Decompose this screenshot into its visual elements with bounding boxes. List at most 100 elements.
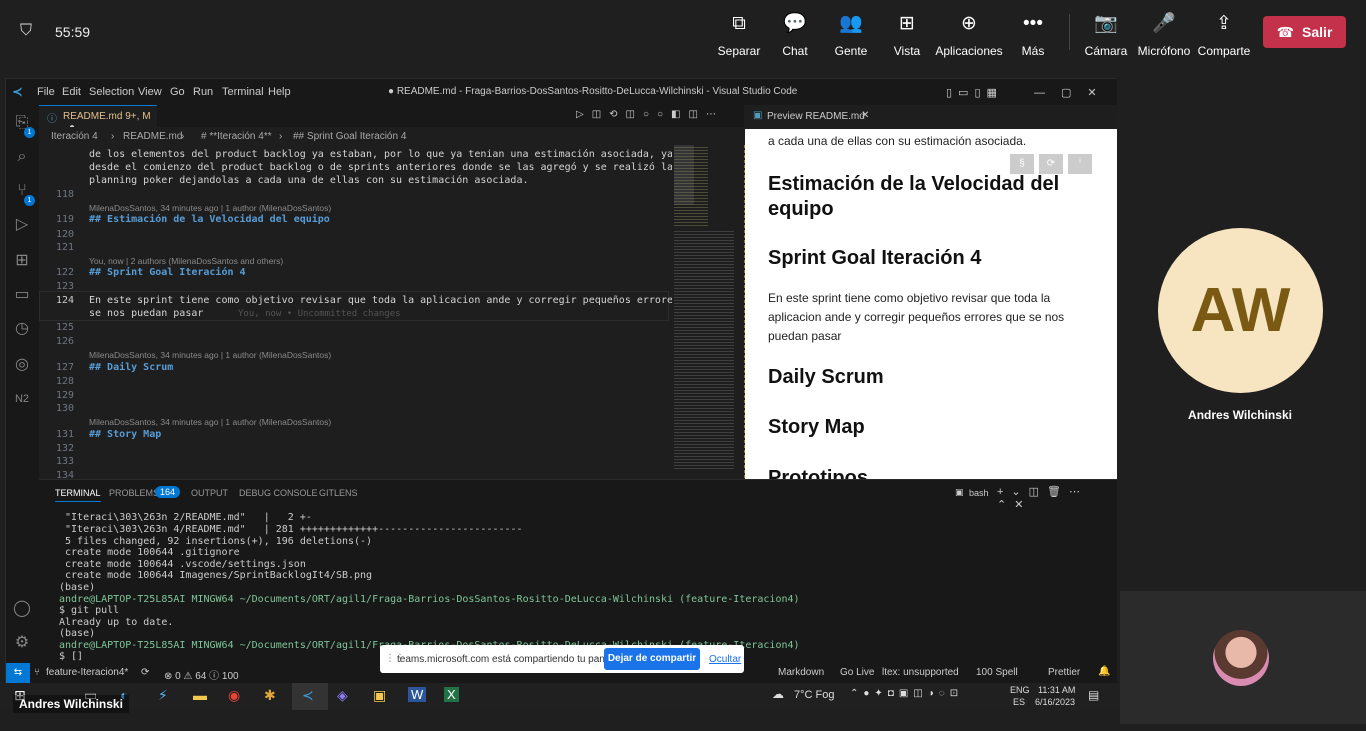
code-line[interactable]: planning poker dejandolas a cada una de … (89, 175, 529, 186)
terminal-input[interactable]: $ [] (59, 651, 83, 662)
status-ltex[interactable]: ltex: unsupported (882, 667, 959, 678)
branch-status[interactable]: feature-Iteracion4* (46, 667, 128, 678)
remote-icon[interactable]: ⇆ (6, 663, 30, 683)
menu-run[interactable]: Run (193, 86, 213, 98)
menu-help[interactable]: Help (268, 86, 291, 98)
status-language[interactable]: Markdown (778, 667, 824, 678)
plus-icon: ⊕ (961, 13, 977, 34)
view-button[interactable]: ⊞ Vista (872, 12, 942, 58)
preview-text: a cada una de ellas con su estimación as… (768, 134, 1027, 148)
language-indicator-2[interactable]: ES (1013, 697, 1025, 707)
settings-gear-icon[interactable]: ⚙ (12, 633, 32, 653)
timeline-icon[interactable]: ◷ (12, 319, 32, 339)
share-button[interactable]: ⇪ Comparte (1189, 12, 1259, 58)
line-number: 125 (55, 322, 74, 333)
code-heading[interactable]: ## Story Map (89, 429, 161, 440)
stop-sharing-button[interactable]: Dejar de compartir (604, 648, 700, 670)
language-indicator[interactable]: ENG (1010, 685, 1030, 695)
leave-button[interactable]: ☎ Salir (1263, 16, 1346, 48)
extensions-icon[interactable]: ⊞ (12, 251, 32, 271)
breadcrumb-sep: › (181, 131, 185, 142)
info-icon: ⓘ (47, 114, 57, 125)
sticky-notes-icon[interactable]: ▣ (373, 687, 386, 704)
status-spell[interactable]: 100 Spell (976, 667, 1018, 678)
breadcrumb-item[interactable]: README.md (123, 131, 182, 142)
codelens-blame[interactable]: MilenaDosSantos, 34 minutes ago | 1 auth… (89, 203, 331, 213)
word-icon[interactable]: W (408, 687, 427, 702)
status-prettier[interactable]: Prettier (1048, 667, 1080, 678)
tab-terminal[interactable]: TERMINAL (55, 488, 101, 502)
code-heading[interactable]: ## Sprint Goal Iteración 4 (89, 267, 246, 278)
weather-text[interactable]: 7°C Fog (794, 689, 834, 701)
minimap-slider[interactable] (674, 145, 694, 205)
codelens-blame[interactable]: MilenaDosSantos, 34 minutes ago | 1 auth… (89, 350, 331, 360)
minimap[interactable] (672, 145, 744, 479)
menu-terminal[interactable]: Terminal (222, 86, 264, 98)
preview-heading: Estimación de la Velocidad del equipo (768, 173, 1060, 220)
menu-edit[interactable]: Edit (62, 86, 81, 98)
code-line[interactable]: desde el comienzo del product backlog o … (89, 162, 673, 173)
status-golive[interactable]: Go Live (840, 667, 874, 678)
problems-status[interactable]: ⊗ 0 ⚠ 64 ⓘ 100 (164, 667, 239, 682)
menu-selection[interactable]: Selection (89, 86, 134, 98)
bell-icon[interactable]: 🔔 (1098, 666, 1110, 677)
terminal-actions[interactable]: +⌄◫🗑⋯⌃✕ (997, 485, 1117, 511)
breadcrumb-item[interactable]: ## Sprint Goal Iteración 4 (293, 131, 406, 142)
breadcrumb-item[interactable]: Iteración 4 (51, 131, 98, 142)
menu-view[interactable]: View (138, 86, 162, 98)
shell-selector[interactable]: bash (969, 488, 989, 498)
run-debug-icon[interactable]: ▷ (12, 215, 32, 235)
file-explorer-icon[interactable]: ▬ (193, 687, 207, 703)
power-automate-icon[interactable]: ⚡ (158, 687, 168, 704)
tab-debug-console[interactable]: DEBUG CONSOLE (239, 488, 318, 498)
remote-explorer-icon[interactable]: ▭ (12, 285, 32, 305)
gitlens-icon[interactable]: ◎ (12, 355, 32, 375)
breadcrumb-item[interactable]: # **Iteración 4** (201, 131, 272, 142)
tab-output[interactable]: OUTPUT (191, 488, 228, 498)
avatar[interactable]: AW (1158, 228, 1323, 393)
hide-link[interactable]: Ocultar (709, 654, 741, 665)
notifications-icon[interactable]: ▤ (1088, 688, 1099, 702)
clock-time[interactable]: 11:31 AM (1038, 685, 1075, 695)
code-line[interactable]: se nos puedan pasar (89, 308, 203, 319)
excel-icon[interactable]: X (444, 687, 459, 702)
n2-icon[interactable]: N2 (12, 389, 32, 409)
code-line[interactable]: de los elementos del product backlog ya … (89, 149, 697, 160)
editor-actions[interactable]: ▷◫⟲◫○○◧◫⋯ (576, 109, 724, 120)
account-icon[interactable]: ◯ (12, 599, 32, 619)
info-icon[interactable]: ⁱ (1068, 154, 1092, 174)
codelens-blame[interactable]: MilenaDosSantos, 34 minutes ago | 1 auth… (89, 417, 331, 427)
self-video-tile[interactable] (1120, 591, 1366, 724)
slack-icon[interactable]: ✱ (264, 687, 276, 704)
preview-heading: Story Map (768, 416, 865, 438)
chrome-icon[interactable]: ◉ (228, 687, 240, 704)
breadcrumb-sep: › (279, 131, 283, 142)
codelens-blame[interactable]: You, now | 2 authors (MilenaDosSantos an… (89, 256, 283, 266)
clock-date[interactable]: 6/16/2023 (1035, 697, 1075, 707)
tab-gitlens[interactable]: GITLENS (319, 488, 358, 498)
close-icon[interactable]: ✕ (861, 110, 869, 121)
tab-problems[interactable]: PROBLEMS (109, 488, 159, 498)
menu-go[interactable]: Go (170, 86, 185, 98)
code-line[interactable]: En este sprint tiene como objetivo revis… (89, 295, 703, 306)
vscode-taskbar-icon[interactable]: ≺ (302, 687, 314, 704)
terminal-line: 5 files changed, 92 insertions(+), 196 d… (59, 536, 373, 547)
window-controls[interactable]: —▢✕ (1034, 86, 1113, 99)
menu-file[interactable]: File (37, 86, 55, 98)
screen-share-banner: ⋮⋮ teams.microsoft.com está compartiendo… (380, 645, 744, 673)
refresh-icon[interactable]: ⟳ (1039, 154, 1063, 174)
inline-blame: You, now • Uncommitted changes (238, 309, 401, 319)
sync-icon[interactable]: ⟳ (141, 667, 149, 678)
apps-button[interactable]: ⊕ Aplicaciones (934, 12, 1004, 58)
tab-readme[interactable]: ⓘ README.md 9+, M ● (39, 105, 157, 133)
more-button[interactable]: ••• Más (998, 12, 1068, 58)
preview-tab[interactable]: ▣ Preview README.md ✕ (745, 105, 1117, 129)
code-heading[interactable]: ## Daily Scrum (89, 362, 173, 373)
tray-icons[interactable]: ⌃●✦◘▣◫◑◌⊡ (850, 688, 963, 699)
search-icon[interactable]: ⌕ (12, 147, 32, 167)
code-heading[interactable]: ## Estimación de la Velocidad del equipo (89, 214, 330, 225)
layout-icons[interactable]: ▯▭▯▦ (946, 86, 1003, 99)
branch-icon: ⑂ (34, 667, 40, 678)
teams-icon[interactable]: ◈ (337, 687, 348, 704)
section-icon[interactable]: § (1010, 154, 1034, 174)
